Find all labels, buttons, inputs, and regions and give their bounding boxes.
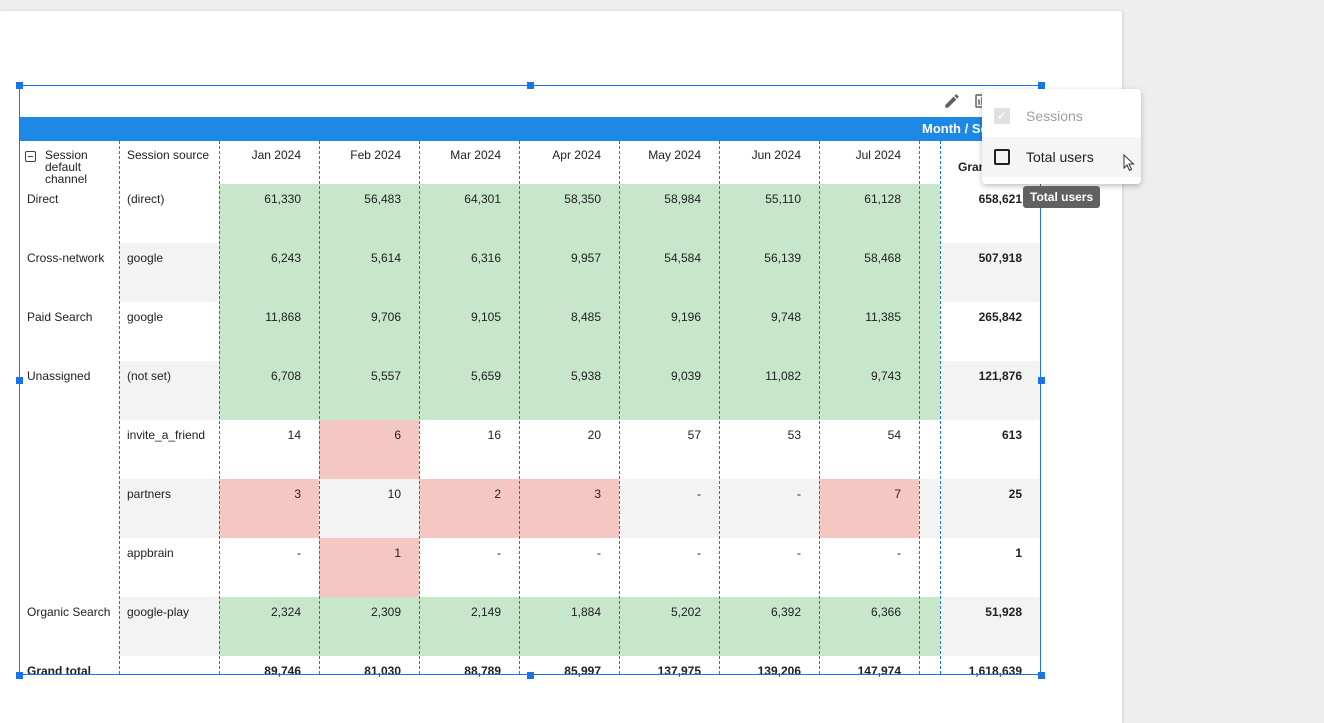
resize-handle-bottom[interactable] xyxy=(527,672,534,679)
column-divider[interactable] xyxy=(819,141,820,674)
resize-handle-top-left[interactable] xyxy=(16,82,23,89)
mouse-cursor-icon xyxy=(1123,153,1135,177)
column-divider[interactable] xyxy=(319,141,320,674)
selection-frame xyxy=(19,85,1041,675)
resize-handle-left[interactable] xyxy=(16,377,23,384)
resize-handle-bottom-left[interactable] xyxy=(16,672,23,679)
column-divider[interactable] xyxy=(519,141,520,674)
pencil-icon[interactable] xyxy=(942,91,962,111)
column-divider[interactable] xyxy=(940,141,941,674)
resize-handle-top-right[interactable] xyxy=(1038,82,1045,89)
tooltip: Total users xyxy=(1023,186,1101,208)
checkbox-empty-icon[interactable] xyxy=(994,149,1010,165)
menu-item-label: Total users xyxy=(1026,149,1094,165)
column-divider[interactable] xyxy=(619,141,620,674)
menu-item-label: Sessions xyxy=(1026,108,1083,124)
resize-handle-top[interactable] xyxy=(527,82,534,89)
menu-item-total-users[interactable]: Total users xyxy=(982,137,1141,177)
metric-dropdown-menu: ✓ Sessions Total users xyxy=(982,89,1141,184)
column-divider[interactable] xyxy=(219,141,220,674)
resize-handle-bottom-right[interactable] xyxy=(1038,672,1045,679)
column-divider[interactable] xyxy=(119,141,120,674)
column-divider[interactable] xyxy=(719,141,720,674)
menu-item-sessions[interactable]: ✓ Sessions xyxy=(982,96,1141,136)
column-divider[interactable] xyxy=(919,141,920,674)
checkbox-checked-icon: ✓ xyxy=(994,108,1010,124)
resize-handle-right[interactable] xyxy=(1038,377,1045,384)
column-divider[interactable] xyxy=(419,141,420,674)
